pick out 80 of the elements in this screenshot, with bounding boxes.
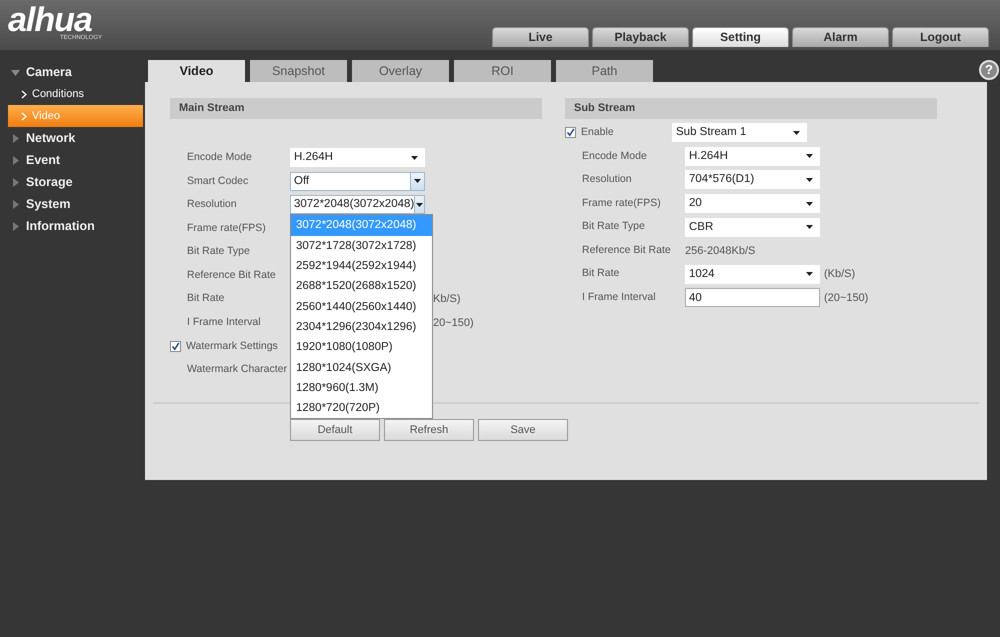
dropdown-option[interactable]: 1280*960(1.3M) xyxy=(291,378,432,398)
select-field[interactable]: 1024 xyxy=(685,264,820,284)
dropdown-option[interactable]: 1280*1024(SXGA) xyxy=(291,358,432,378)
nav-tab[interactable]: Alarm xyxy=(792,27,889,47)
caret-icon xyxy=(416,202,424,207)
caret-icon xyxy=(806,202,812,206)
tab[interactable]: ROI xyxy=(454,60,551,82)
caret-icon xyxy=(410,156,418,160)
nav-tab[interactable]: Playback xyxy=(592,27,689,47)
checkbox[interactable] xyxy=(565,127,576,138)
field-label: Bit Rate Type xyxy=(582,219,646,234)
unit-text: Kb/S) xyxy=(433,292,461,308)
checkbox[interactable] xyxy=(170,341,181,352)
unit-text: 20~150) xyxy=(433,316,474,331)
field-label: I Frame Interval xyxy=(582,290,657,306)
nav-tab[interactable]: Logout xyxy=(892,27,989,47)
select-field[interactable]: 20 xyxy=(685,194,820,214)
caret-icon xyxy=(792,130,800,135)
nav-tab[interactable]: Setting xyxy=(692,27,789,47)
caret-icon xyxy=(806,272,812,276)
field-label: Enable xyxy=(581,124,615,140)
dropdown-option[interactable]: 2304*1296(2304x1296) xyxy=(291,316,432,338)
unit-text: (Kb/S) xyxy=(824,267,856,282)
check-icon xyxy=(171,342,180,352)
action-button[interactable]: Default xyxy=(290,418,380,441)
field-label: Encode Mode xyxy=(187,150,253,165)
help-icon[interactable]: ? xyxy=(979,60,999,80)
sidebar-item[interactable]: System xyxy=(0,193,145,215)
field-label: Resolution xyxy=(187,197,238,212)
field-label: Bit Rate xyxy=(187,291,226,306)
input-field[interactable]: 40 xyxy=(685,288,820,308)
caret-icon xyxy=(414,179,421,184)
chevron-icon xyxy=(21,112,27,120)
dropdown-option[interactable]: 2688*1520(2688x1520) xyxy=(291,276,432,297)
sidebar-subitem[interactable]: Conditions xyxy=(8,83,143,105)
dropdown-option[interactable]: 1280*720(720P) xyxy=(291,398,432,418)
action-button[interactable]: Refresh xyxy=(384,418,474,441)
field-value: 256-2048Kb/S xyxy=(685,244,756,259)
section-header: Sub Stream xyxy=(565,98,937,119)
dropdown-option[interactable]: 1920*1080(1080P) xyxy=(291,337,432,358)
logo-text: alhua xyxy=(8,6,92,34)
chevron-icon xyxy=(21,90,27,98)
field-label: Reference Bit Rate xyxy=(187,268,277,283)
caret-icon xyxy=(806,178,812,182)
select-field[interactable]: 704*576(D1) xyxy=(685,170,820,190)
sidebar-item[interactable]: Storage xyxy=(0,171,145,193)
field-label: Encode Mode xyxy=(582,148,648,164)
unit-text: (20~150) xyxy=(824,290,868,306)
tab[interactable]: Path xyxy=(556,60,653,82)
caret-icon xyxy=(806,225,812,230)
dropdown-option[interactable]: 3072*1728(3072x1728) xyxy=(291,236,432,256)
field-label: Resolution xyxy=(582,172,633,188)
tab[interactable]: Overlay xyxy=(352,60,449,82)
select-field[interactable]: H.264H xyxy=(685,146,820,166)
field-label: Bit Rate Type xyxy=(187,244,251,260)
section-header: Main Stream xyxy=(170,98,542,119)
field-label: Frame rate(FPS) xyxy=(582,196,662,211)
field-label: I Frame Interval xyxy=(187,315,262,330)
select-field[interactable]: H.264H xyxy=(290,148,425,168)
field-label: Smart Codec xyxy=(187,174,250,189)
action-button[interactable]: Save xyxy=(478,418,568,441)
sidebar-item[interactable]: Information xyxy=(0,215,145,237)
dropdown-option[interactable]: 2560*1440(2560x1440) xyxy=(291,296,432,317)
select-field[interactable]: Sub Stream 1 xyxy=(672,123,807,142)
field-label: Frame rate(FPS) xyxy=(187,220,267,236)
field-label: Reference Bit Rate xyxy=(582,242,672,258)
sidebar-item[interactable]: Network xyxy=(0,127,145,149)
field-label: Bit Rate xyxy=(582,266,620,282)
field-label: Watermark Character xyxy=(187,362,288,378)
caret-icon xyxy=(806,154,812,158)
field-label: Watermark Settings xyxy=(186,338,278,354)
tab[interactable]: Video xyxy=(148,60,245,82)
sidebar-item[interactable]: Event xyxy=(0,149,145,171)
nav-tab[interactable]: Live xyxy=(492,27,589,47)
sidebar-item[interactable]: Camera xyxy=(0,61,145,83)
check-icon xyxy=(566,128,575,138)
select-field[interactable]: CBR xyxy=(685,218,820,237)
tab[interactable]: Snapshot xyxy=(250,60,347,82)
select-field[interactable]: Off xyxy=(290,172,425,191)
dropdown-option[interactable]: 2592*1944(2592x1944) xyxy=(291,256,432,276)
